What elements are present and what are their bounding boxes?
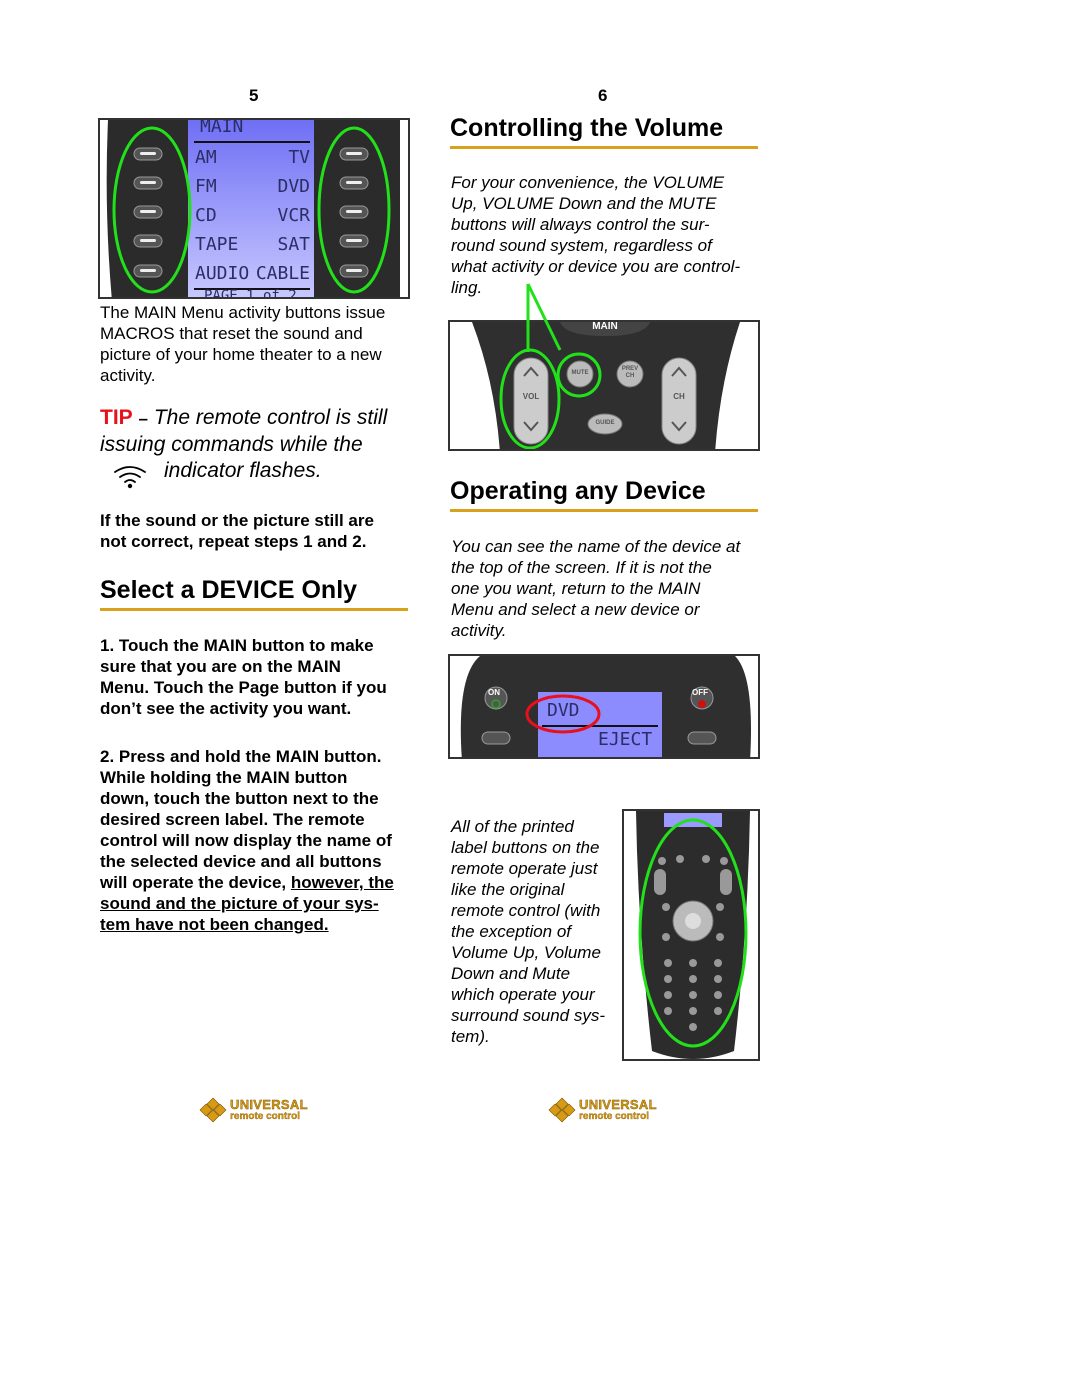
text-line: tem). [451,1027,490,1046]
lcd-label: VCR [277,205,310,226]
tip-dash: – [138,409,148,428]
text-line: which operate your [451,985,595,1004]
text-line: Volume Up, Volume [451,943,601,962]
text-line: not correct, repeat steps 1 and 2. [100,532,367,551]
lcd-title: MAIN [200,118,244,137]
text-line: Menu and select a new device or [451,600,700,619]
lcd-label: DVD [277,176,310,197]
text-line: activity. [451,621,507,640]
signal-indicator-icon [114,466,146,489]
text-line: issuing commands while the [100,433,363,456]
text-line: While holding the MAIN button [100,768,348,787]
text-line: don’t see the activity you want. [100,699,352,718]
underlined-text: sound and the picture of your sys- [100,894,379,913]
main-menu-screen-image: MAIN AM FM CD TAPE AUDIO TV DVD VCR SAT … [98,118,410,299]
text-line: Down and Mute [451,964,571,983]
lcd-device-name: DVD [547,700,580,721]
tip-label: TIP [100,406,133,429]
universal-remote-logo: UNIVERSAL remote control [547,1096,657,1124]
logo-text: remote control [230,1110,301,1122]
text-line: the selected device and all buttons [100,852,382,871]
text-line: down, touch the button next to the [100,789,379,808]
vol-label: VOL [522,392,540,401]
text-line: Up, VOLUME Down and the MUTE [451,194,717,213]
on-button-label: ON [488,688,500,697]
device-paragraph: You can see the name of the device at th… [451,536,740,641]
lcd-label: CABLE [255,263,310,284]
printed-buttons-paragraph: All of the printed label buttons on the … [451,816,605,1047]
full-remote-image [622,809,760,1061]
page-number: 5 [249,86,259,105]
text-line: control will now display the name of [100,831,392,850]
text-line: The remote control is still [153,406,388,429]
underlined-text: however, the [290,873,394,892]
text-line: The MAIN Menu activity buttons issue [100,303,386,322]
heading-rule [100,608,408,611]
universal-remote-logo: UNIVERSAL remote control [198,1096,308,1124]
retry-note: If the sound or the picture still are no… [100,510,374,552]
text-line: 1. Touch the MAIN button to make [100,636,374,655]
lcd-label: AUDIO [195,263,250,284]
lcd-label: TV [288,147,310,168]
logo-text: remote control [579,1110,650,1122]
lcd-labels-right: TV DVD VCR SAT CABLE [256,143,310,288]
logo-emblem-icon [199,1097,227,1123]
text-line: sure that you are on the MAIN [100,657,341,676]
remote-illustration [472,322,740,449]
device-screen-image: ON OFF DVD EJECT [448,654,760,759]
lcd-label: AM [195,147,217,168]
text-line: label buttons on the [451,838,600,857]
lcd-label: SAT [277,234,310,255]
step-2: 2. Press and hold the MAIN button. While… [100,746,394,935]
text-line: one you want, return to the MAIN [451,579,701,598]
heading-rule [450,146,758,149]
text-line: remote operate just [451,859,598,878]
heading-rule [450,509,758,512]
text-line: round sound system, regardless of [451,236,712,255]
text-line: MACROS that reset the sound and [100,324,363,343]
step-1: 1. Touch the MAIN button to make sure th… [100,635,387,719]
text-line: remote control (with [451,901,601,920]
text-line: will operate the device, [100,873,291,892]
lcd-label: TAPE [195,234,239,255]
text-line: desired screen label. The remote [100,810,365,829]
text-line: picture of your home theater to a new [100,345,382,364]
manual-page: 5 MAIN AM FM CD TAPE AUDIO TV DVD VCR SA… [0,0,1080,1397]
text-line: the exception of [451,922,572,941]
volume-buttons-image: MAIN MUTE PREV CH VOL CH GUIDE [448,320,760,451]
logo-emblem-icon [548,1097,576,1123]
remote-illustration [636,811,750,1059]
lcd-label: CD [195,205,217,226]
text-line: If the sound or the picture still are [100,511,374,530]
guide-button-label: GUIDE [595,420,615,426]
lcd-page-indicator: PAGE 1 of 2 [204,288,297,299]
screen-caption: The MAIN Menu activity buttons issue MAC… [100,302,385,386]
text-line: All of the printed [451,817,574,836]
section-heading: Operating any Device [450,477,706,505]
text-line: surround sound sys- [451,1006,606,1025]
text-line: Menu. Touch the Page button if you [100,678,387,697]
logo-text: UNIVERSAL [230,1096,308,1112]
lcd-labels-left: AM FM CD TAPE AUDIO [195,143,249,288]
text-line: For your convenience, the VOLUME [451,173,725,192]
lcd-eject-label: EJECT [598,729,653,750]
logo-text: UNIVERSAL [579,1096,657,1112]
text-line: activity. [100,366,156,385]
ch-label: CH [673,392,685,401]
section-heading: Select a DEVICE Only [100,576,358,604]
text-line: like the original [451,880,565,899]
text-line: what activity or device you are control- [451,257,741,276]
underlined-text: tem have not been changed. [100,915,329,934]
off-button-label: OFF [692,688,708,697]
text-line: the top of the screen. If it is not the [451,558,712,577]
text-line: 2. Press and hold the MAIN button. [100,747,382,766]
callout-lines [526,283,562,352]
text-line: You can see the name of the device at [451,537,741,556]
lcd-label: FM [195,176,217,197]
page-number: 6 [598,86,608,105]
prev-ch-button-label: PREV CH [621,366,639,379]
section-heading: Controlling the Volume [450,114,724,142]
text-line: buttons will always control the sur- [451,215,710,234]
